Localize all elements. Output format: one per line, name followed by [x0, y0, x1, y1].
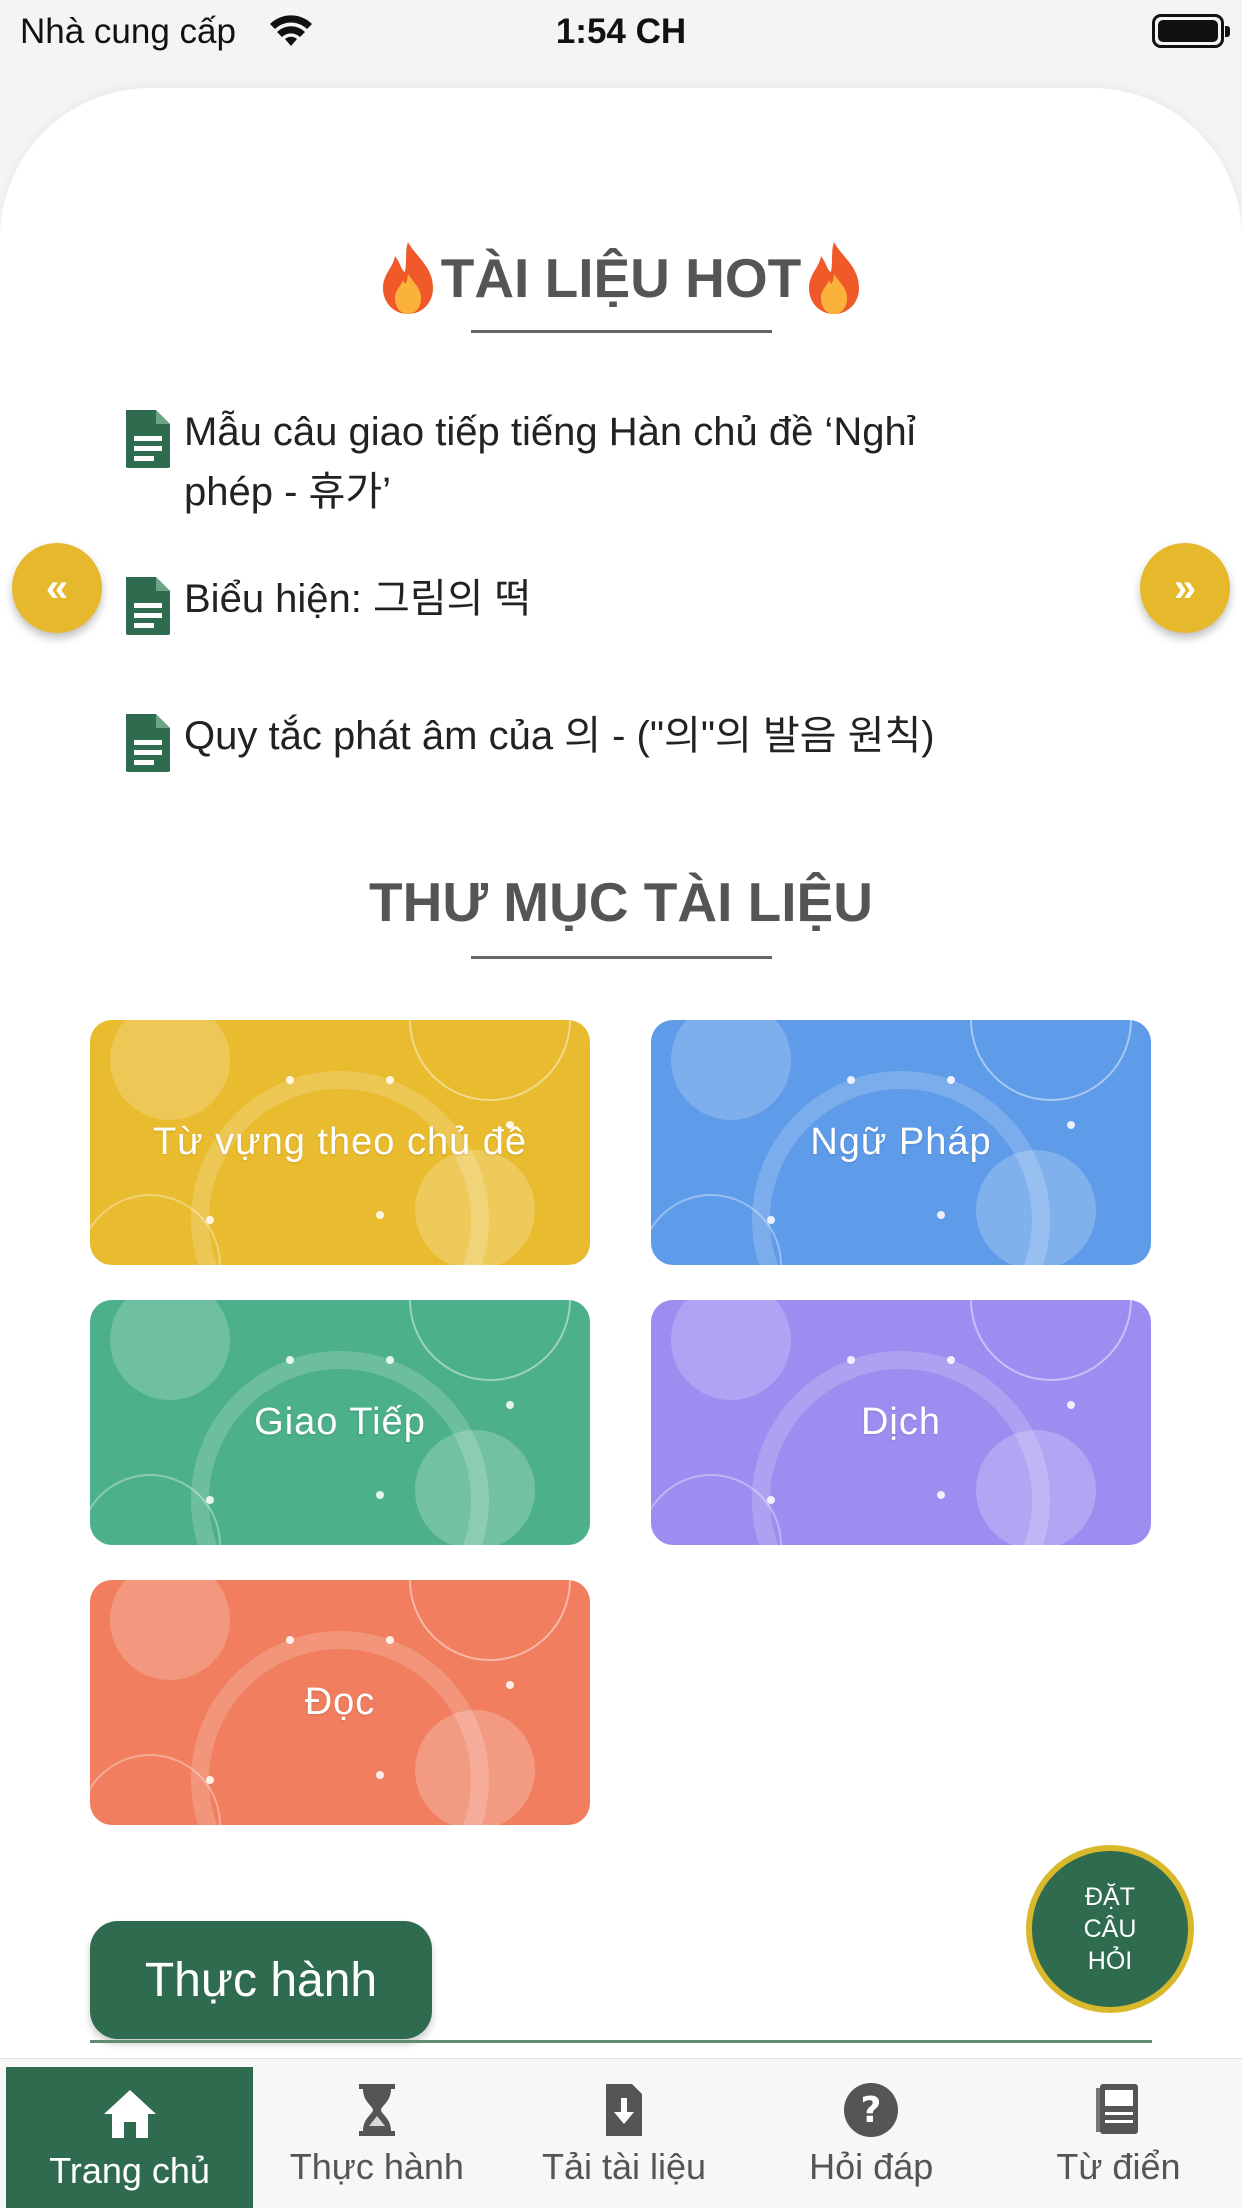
document-icon [126, 410, 170, 468]
practice-divider [90, 2040, 1152, 2043]
svg-text:?: ? [861, 2090, 882, 2131]
folder-card-vocabulary[interactable]: Từ vựng theo chủ đề [90, 1020, 590, 1265]
hourglass-icon [358, 2083, 395, 2136]
hot-title-text: TÀI LIỆU HOT [440, 247, 802, 309]
nav-label: Từ điển [1056, 2145, 1181, 2187]
hot-item-line: Quy tắc phát âm của 의 - ("의"의 발음 원칙) [184, 714, 935, 758]
folder-label: Giao Tiếp [254, 1401, 426, 1443]
ask-line: CÂU [1083, 1915, 1137, 1943]
hot-item-line: phép - 휴가’ [184, 470, 392, 514]
hot-title: TÀI LIỆU HOT [0, 238, 1242, 318]
next-button[interactable]: » [1140, 543, 1230, 633]
hot-item[interactable]: Quy tắc phát âm của 의 - ("의"의 발음 원칙) [122, 706, 1082, 774]
fire-icon [382, 242, 433, 314]
ask-line: HỎI [1087, 1947, 1133, 1975]
nav-label: Trang chủ [49, 2149, 210, 2191]
nav-item-qa[interactable]: ? Hỏi đáp [748, 2059, 995, 2208]
battery-icon [1152, 14, 1230, 48]
ask-line: ĐẶT [1085, 1883, 1135, 1911]
folder-card-grammar[interactable]: Ngữ Pháp [651, 1020, 1151, 1265]
bottom-nav: Trang chủ Thực hành Tải tài liệu ? Hỏi đ… [0, 2058, 1242, 2208]
nav-item-dictionary[interactable]: Từ điển [995, 2059, 1242, 2208]
folders-title-text: THƯ MỤC TÀI LIỆU [369, 871, 873, 933]
hot-title-underline [471, 330, 772, 333]
chevron-double-left-icon: « [45, 565, 69, 610]
fire-icon [809, 242, 860, 314]
folder-card-translation[interactable]: Dịch [651, 1300, 1151, 1545]
nav-label: Thực hành [289, 2145, 464, 2187]
chevron-double-right-icon: » [1173, 565, 1197, 610]
folder-card-communication[interactable]: Giao Tiếp [90, 1300, 590, 1545]
status-time: 1:54 CH [555, 12, 687, 51]
download-file-icon [606, 2083, 642, 2136]
document-icon [126, 577, 170, 635]
folder-label: Đọc [304, 1681, 376, 1723]
hot-item-line: Biểu hiện: 그림의 떡 [184, 577, 532, 621]
dictionary-icon [1096, 2083, 1139, 2134]
folder-card-reading[interactable]: Đọc [90, 1580, 590, 1825]
nav-label: Tải tài liệu [541, 2145, 707, 2187]
folder-label: Từ vựng theo chủ đề [152, 1121, 528, 1163]
folders-title-underline [471, 956, 772, 959]
ask-question-button[interactable]: ĐẶT CÂU HỎI [1026, 1845, 1194, 2013]
document-icon [126, 714, 170, 772]
folders-title: THƯ MỤC TÀI LIỆU [0, 870, 1242, 934]
prev-button[interactable]: « [12, 543, 102, 633]
status-bar: Nhà cung cấp 1:54 CH [0, 0, 1242, 64]
home-icon [103, 2089, 156, 2138]
nav-label: Hỏi đáp [809, 2145, 934, 2187]
question-icon: ? [844, 2082, 899, 2137]
nav-item-home[interactable]: Trang chủ [6, 2067, 254, 2208]
folder-label: Dịch [860, 1401, 942, 1443]
practice-section-button[interactable]: Thực hành [90, 1921, 432, 2039]
hot-item-line: Mẫu câu giao tiếp tiếng Hàn chủ đề ‘Nghỉ [184, 410, 916, 454]
nav-item-practice[interactable]: Thực hành [253, 2059, 500, 2208]
hot-item[interactable]: Mẫu câu giao tiếp tiếng Hàn chủ đề ‘Nghỉ… [122, 402, 1082, 522]
nav-item-download[interactable]: Tải tài liệu [500, 2059, 747, 2208]
folder-label: Ngữ Pháp [810, 1121, 992, 1163]
hot-item[interactable]: Biểu hiện: 그림의 떡 [122, 569, 1082, 637]
